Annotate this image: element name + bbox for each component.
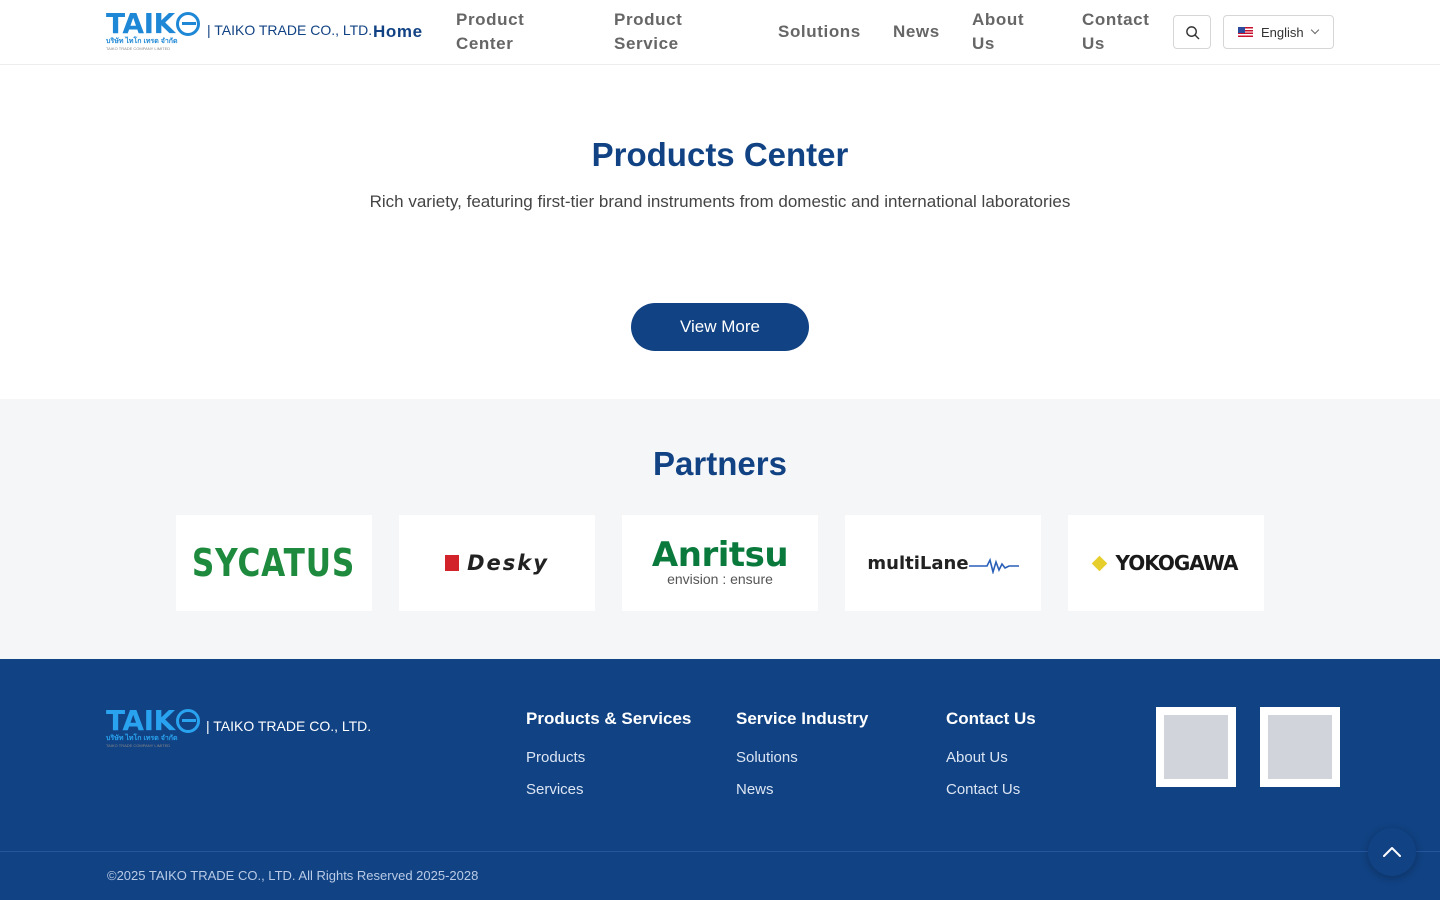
globe-icon [175, 12, 200, 36]
nav-contact-us[interactable]: Contact Us [1082, 8, 1162, 56]
back-to-top-button[interactable] [1368, 828, 1416, 876]
language-selector[interactable]: English [1223, 15, 1334, 49]
search-icon [1185, 25, 1199, 39]
products-center-subtitle: Rich variety, featuring first-tier brand… [369, 192, 1071, 211]
globe-icon [175, 709, 200, 733]
partner-name: SYCATUS [192, 541, 356, 585]
footer-link-products[interactable]: Products [526, 749, 691, 767]
logo-tagline: TAIKO TRADE COMPANY LIMITED [106, 743, 171, 748]
nav-solutions[interactable]: Solutions [778, 20, 861, 44]
footer-link-contact-us[interactable]: Contact Us [946, 781, 1036, 799]
footer-company-name: | TAIKO TRADE CO., LTD. [206, 718, 372, 734]
logo-tagline: TAIKO TRADE COMPANY LIMITED [106, 46, 171, 51]
footer-column-service-industry: Service Industry Solutions News [736, 709, 868, 813]
logo-thai-name: บริษัท ไทโก เทรด จำกัด [106, 38, 178, 45]
qr-code-2 [1260, 707, 1340, 787]
qr-code-1 [1156, 707, 1236, 787]
partners-section: Partners SYCATUS Desky Anritsu envision … [0, 399, 1440, 659]
partner-name: YOKOGAWA [1115, 551, 1238, 575]
nav-product-center[interactable]: Product Center [456, 8, 556, 56]
view-more-button[interactable]: View More [631, 303, 809, 351]
partner-sycatus[interactable]: SYCATUS [176, 515, 372, 611]
partner-tagline: envision : ensure [667, 571, 773, 587]
site-footer: TAIK บริษัท ไทโก เทรด จำกัด TAIKO TRADE … [0, 659, 1440, 900]
logo-wordmark: TAIK [106, 704, 175, 737]
partner-name: Anritsu [651, 535, 789, 575]
footer-column-heading: Products & Services [526, 709, 692, 728]
qr-placeholder [1268, 715, 1332, 779]
footer-link-services[interactable]: Services [526, 781, 691, 799]
footer-taiko-logo[interactable]: TAIK บริษัท ไทโก เทรด จำกัด TAIKO TRADE … [106, 707, 200, 751]
language-label: English [1261, 24, 1304, 40]
company-name: | TAIKO TRADE CO., LTD. [207, 22, 373, 38]
yokogawa-diamond-icon [1092, 555, 1108, 571]
footer-column-heading: Service Industry [736, 709, 869, 728]
partner-name: multiLane [867, 552, 969, 574]
footer-column-heading: Contact Us [946, 709, 1036, 728]
logo-wordmark: TAIK [106, 7, 175, 40]
copyright-text: ©2025 TAIKO TRADE CO., LTD. All Rights R… [107, 868, 479, 883]
logo-thai-name: บริษัท ไทโก เทรด จำกัด [106, 735, 178, 742]
partners-title: Partners [653, 445, 787, 482]
footer-link-news[interactable]: News [736, 781, 868, 799]
nav-news[interactable]: News [893, 20, 940, 44]
site-header: TAIK บริษัท ไทโก เทรด จำกัด TAIKO TRADE … [0, 0, 1440, 65]
chevron-down-icon [1310, 25, 1319, 35]
partner-anritsu[interactable]: Anritsu envision : ensure [622, 515, 818, 611]
partner-yokogawa[interactable]: YOKOGAWA [1068, 515, 1264, 611]
desky-logo-icon [445, 555, 460, 571]
partner-name: Desky [467, 551, 549, 575]
nav-home[interactable]: Home [373, 20, 423, 44]
chevron-up-icon [1383, 847, 1401, 857]
footer-column-products-services: Products & Services Products Services [526, 709, 691, 813]
partner-desky[interactable]: Desky [399, 515, 595, 611]
footer-column-contact-us: Contact Us About Us Contact Us [946, 709, 1036, 813]
footer-divider [0, 851, 1440, 852]
waveform-icon [968, 557, 1019, 574]
us-flag-icon [1238, 27, 1253, 37]
search-button[interactable] [1173, 15, 1211, 49]
qr-placeholder [1164, 715, 1228, 779]
taiko-logo[interactable]: TAIK บริษัท ไทโก เทรด จำกัด TAIKO TRADE … [106, 10, 200, 54]
partner-multilane[interactable]: multiLane [845, 515, 1041, 611]
nav-product-service[interactable]: Product Service [614, 8, 714, 56]
products-center-title: Products Center [591, 136, 849, 173]
footer-link-solutions[interactable]: Solutions [736, 749, 868, 767]
footer-link-about-us[interactable]: About Us [946, 749, 1036, 767]
nav-about-us[interactable]: About Us [972, 8, 1052, 56]
